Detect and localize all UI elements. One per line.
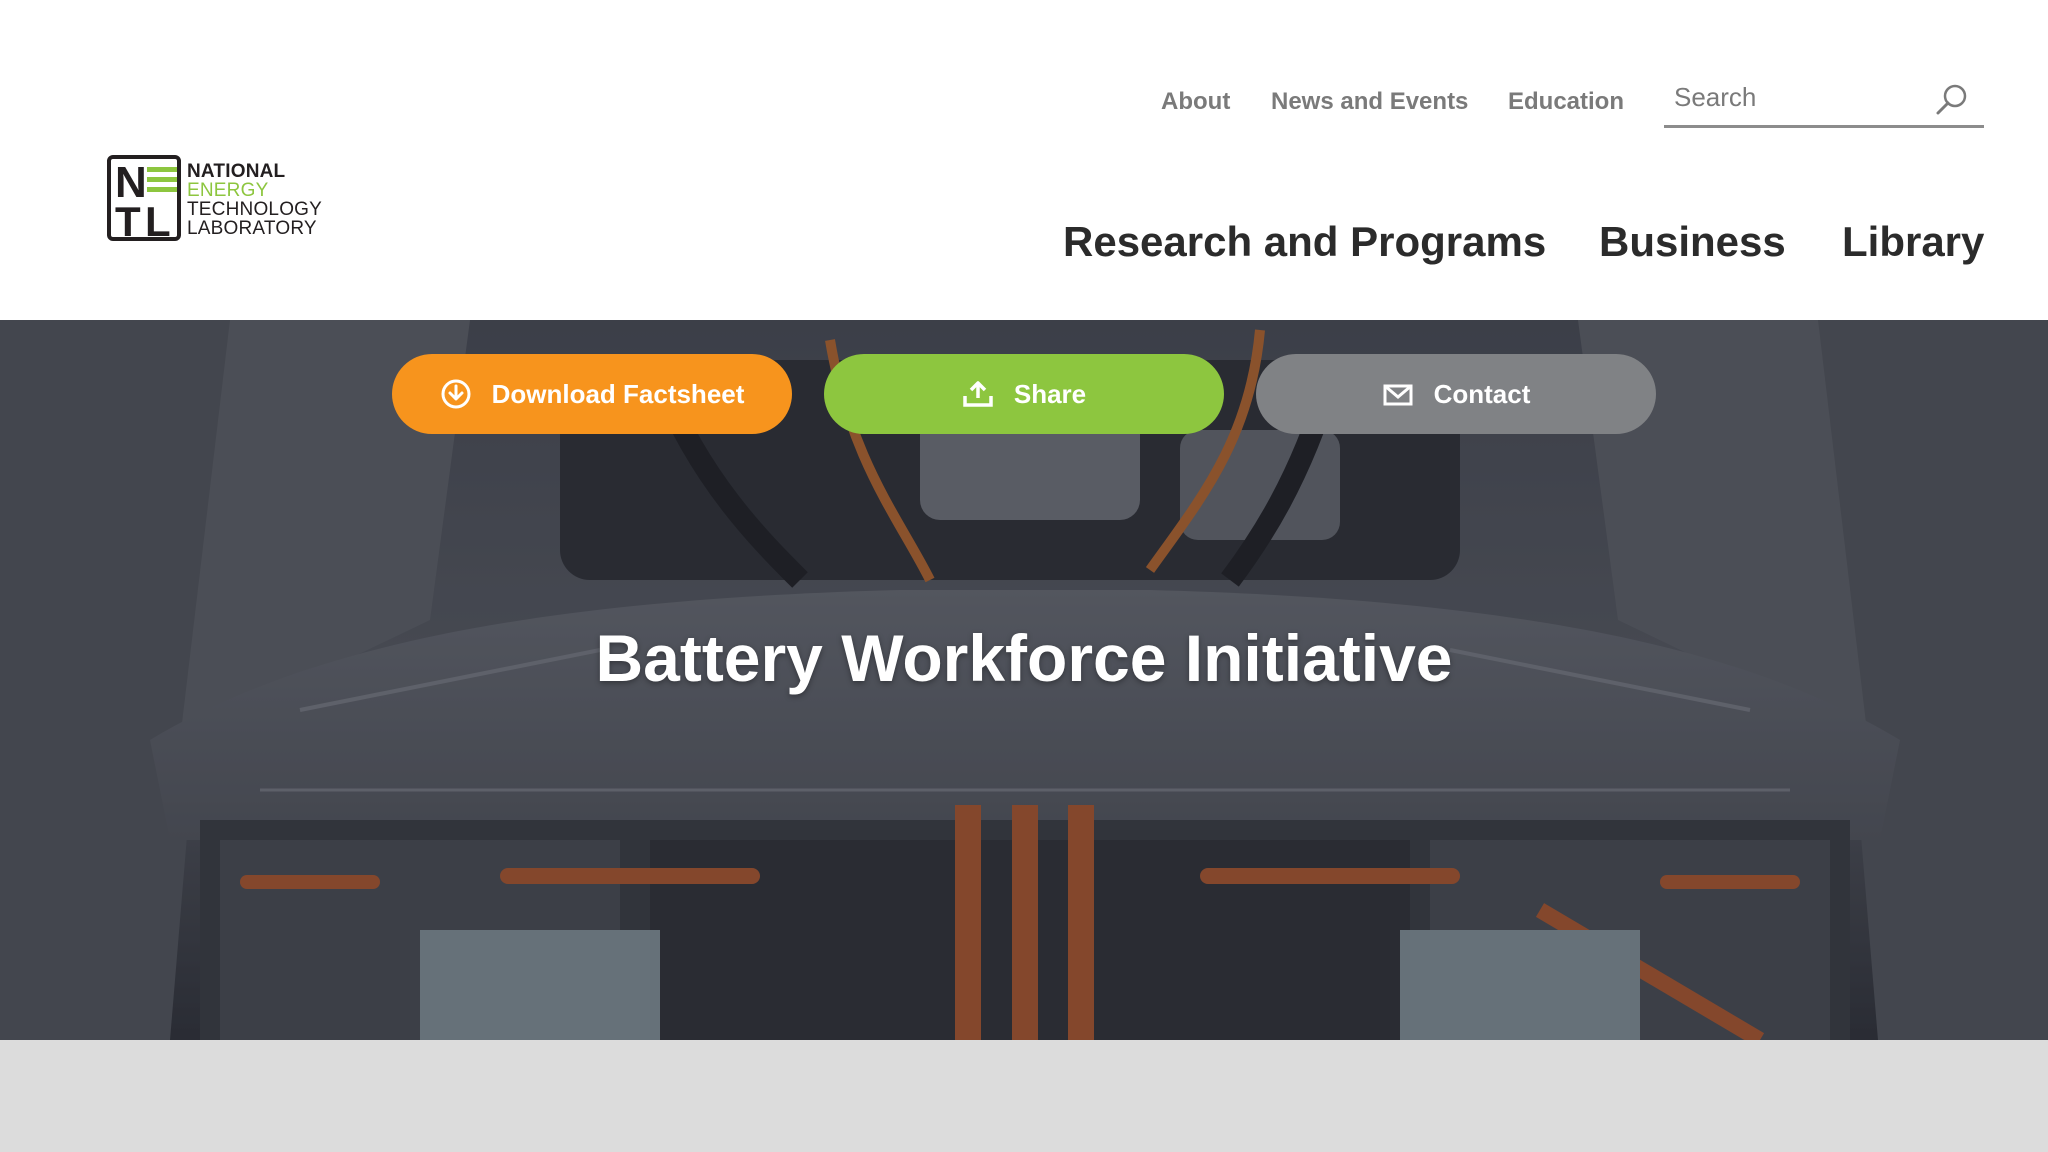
logo-line-technology: TECHNOLOGY [187,199,323,220]
upload-share-icon [963,381,993,407]
share-label: Share [1013,378,1087,409]
logo-line-energy: ENERGY [187,180,269,201]
logo-bars-icon [147,167,177,197]
download-circle-icon [441,379,471,409]
content-section [0,1040,2048,1152]
logo-line-national: NATIONAL [187,161,286,182]
download-factsheet-button[interactable]: Download Factsheet [392,354,792,434]
logo-letter-l: L [145,198,171,245]
page-title: Battery Workforce Initiative [595,621,1453,695]
contact-label: Contact [1433,378,1531,409]
search-input[interactable] [1672,76,1926,118]
nav-link-research-and-programs[interactable]: Research and Programs [1063,218,1546,266]
nav-link-business[interactable]: Business [1599,218,1786,266]
site-header: N T L NATIONAL ENERGY TECHNOLOGY LABORAT… [0,0,2048,320]
logo-mark: N T L [107,155,181,245]
logo-wordmark: NATIONAL ENERGY TECHNOLOGY LABORATORY [187,162,322,238]
logo-line-laboratory: LABORATORY [187,218,317,239]
download-factsheet-label: Download Factsheet [491,378,745,409]
nav-link-news-and-events[interactable]: News and Events [1271,88,1468,116]
search-icon[interactable] [1934,82,1970,118]
envelope-icon [1383,384,1413,406]
nav-link-library[interactable]: Library [1842,218,1984,266]
search-box [1664,72,1984,128]
nav-link-education[interactable]: Education [1508,88,1624,116]
contact-button[interactable]: Contact [1256,354,1656,434]
hero-banner: Download Factsheet Share Contact Battery… [0,320,2048,1040]
netl-logo[interactable]: N T L NATIONAL ENERGY TECHNOLOGY LABORAT… [107,155,337,247]
nav-link-about[interactable]: About [1161,88,1230,116]
logo-letter-t: T [115,198,141,245]
share-button[interactable]: Share [824,354,1224,434]
